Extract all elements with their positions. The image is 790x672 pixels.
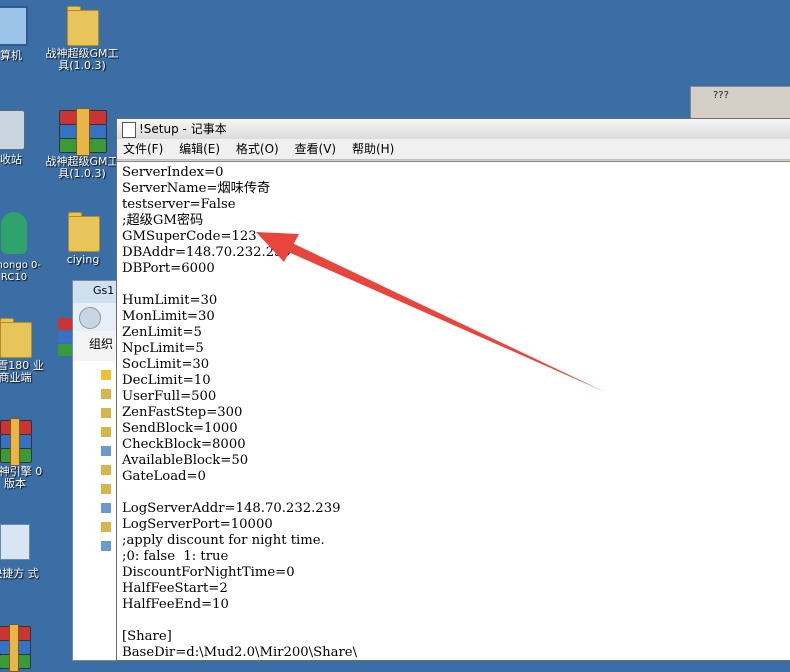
text-line[interactable]: ;0: false 1: true bbox=[122, 549, 790, 565]
folder-icon bbox=[68, 212, 100, 252]
notepad-window[interactable]: !Setup - 记事本 文件(F) 编辑(E) 格式(O) 查看(V) 帮助(… bbox=[116, 118, 790, 661]
menu-edit[interactable]: 编辑(E) bbox=[179, 142, 220, 156]
text-line[interactable]: ;超级GM密码 bbox=[122, 213, 790, 229]
text-line[interactable]: SendBlock=1000 bbox=[122, 421, 790, 437]
winrar-archive-icon-partial[interactable] bbox=[58, 318, 72, 358]
folder-icon bbox=[67, 6, 99, 46]
text-line[interactable]: HalfFeeStart=2 bbox=[122, 581, 790, 597]
desktop-icon-label: 冰雪180 业商业端 bbox=[0, 359, 44, 384]
text-line[interactable]: DBAddr=148.70.232.239 bbox=[122, 245, 790, 261]
menu-format[interactable]: 格式(O) bbox=[236, 142, 279, 156]
network-icon[interactable] bbox=[101, 541, 111, 551]
text-line[interactable] bbox=[122, 485, 790, 501]
folder-icon[interactable] bbox=[101, 465, 111, 475]
notepad-icon bbox=[122, 122, 136, 138]
winrar-archive-icon bbox=[0, 624, 31, 672]
text-line[interactable]: DecLimit=10 bbox=[122, 373, 790, 389]
text-line[interactable]: AvailableBlock=50 bbox=[122, 453, 790, 469]
text-line[interactable]: HalfFeeEnd=10 bbox=[122, 597, 790, 613]
desktop-icon-label: 快捷方 式 bbox=[0, 567, 39, 580]
desktop-icon-robomongo[interactable]: omongo 0-RC10 bbox=[0, 212, 42, 284]
menu-file[interactable]: 文件(F) bbox=[123, 142, 163, 156]
text-line[interactable]: GateLoad=0 bbox=[122, 469, 790, 485]
text-editor[interactable]: ServerIndex=0 ServerName=烟味传奇 testserver=F… bbox=[117, 161, 790, 660]
text-line[interactable]: [Share] bbox=[122, 629, 790, 645]
text-line[interactable]: NpcLimit=5 bbox=[122, 341, 790, 357]
text-line[interactable] bbox=[122, 277, 790, 293]
desktop-icon-bingxue[interactable]: 冰雪180 业商业端 bbox=[0, 318, 44, 384]
folder-icon[interactable] bbox=[101, 522, 111, 532]
text-line[interactable]: CheckBlock=8000 bbox=[122, 437, 790, 453]
desktop-icon-ciying[interactable]: ciying bbox=[56, 212, 110, 266]
text-line[interactable]: ZenLimit=5 bbox=[122, 325, 790, 341]
text-line[interactable] bbox=[122, 613, 790, 629]
text-line[interactable]: ZenFastStep=300 bbox=[122, 405, 790, 421]
winrar-archive-icon bbox=[0, 418, 32, 466]
desktop-icon-zhanshen-engine[interactable]: 战神引擎 0版本 bbox=[0, 418, 44, 490]
text-line[interactable]: ;apply discount for night time. bbox=[122, 533, 790, 549]
text-line[interactable]: ServerIndex=0 bbox=[122, 165, 790, 181]
folder-icon bbox=[0, 318, 32, 358]
text-line[interactable]: DBPort=6000 bbox=[122, 261, 790, 277]
notepad-title-bar[interactable]: !Setup - 记事本 bbox=[117, 119, 790, 139]
desktop-icon-label: 算机 bbox=[0, 49, 22, 62]
folder-icon[interactable] bbox=[101, 408, 111, 418]
desktop-icon-gm-tool-archive[interactable]: 战神超级GM工具(1.0.3) bbox=[44, 108, 120, 180]
folder-icon[interactable] bbox=[101, 484, 111, 494]
winrar-archive-icon bbox=[59, 108, 107, 156]
desktop-icon-label: 战神超级GM工具(1.0.3) bbox=[45, 155, 119, 180]
desktop-icon-shortcut[interactable]: 快捷方 式 bbox=[0, 524, 44, 580]
computer-icon bbox=[0, 6, 28, 46]
back-arrow-icon[interactable] bbox=[79, 307, 101, 329]
star-icon[interactable] bbox=[101, 370, 111, 380]
folder-icon[interactable] bbox=[101, 389, 111, 399]
desktop-icon-label: 收站 bbox=[0, 153, 22, 166]
text-line[interactable]: ServerName=烟味传奇 bbox=[122, 181, 790, 197]
text-line[interactable]: DiscountForNightTime=0 bbox=[122, 565, 790, 581]
computer-icon[interactable] bbox=[101, 503, 111, 513]
menu-help[interactable]: 帮助(H) bbox=[352, 142, 394, 156]
library-icon[interactable] bbox=[101, 446, 111, 456]
text-line[interactable]: HumLimit=30 bbox=[122, 293, 790, 309]
window-title: ??? bbox=[713, 90, 729, 101]
window-title: !Setup - 记事本 bbox=[139, 122, 227, 136]
text-line[interactable]: SocLimit=30 bbox=[122, 357, 790, 373]
desktop-icon-label: 战神超级GM工具(1.0.3) bbox=[45, 47, 119, 72]
menu-view[interactable]: 查看(V) bbox=[295, 142, 337, 156]
text-line[interactable]: GMSuperCode=123 bbox=[122, 229, 790, 245]
text-line[interactable]: UserFull=500 bbox=[122, 389, 790, 405]
recycle-bin-icon bbox=[0, 110, 25, 150]
text-line[interactable]: testserver=False bbox=[122, 197, 790, 213]
text-line[interactable]: LogServerPort=10000 bbox=[122, 517, 790, 533]
desktop-icon-label: 战神引擎 0版本 bbox=[0, 465, 43, 490]
desktop-icon-recycle-bin[interactable]: 收站 bbox=[0, 110, 36, 166]
desktop-icon-gm-tool-folder[interactable]: 战神超级GM工具(1.0.3) bbox=[44, 6, 120, 72]
menu-bar: 文件(F) 编辑(E) 格式(O) 查看(V) 帮助(H) bbox=[117, 139, 790, 160]
folder-icon[interactable] bbox=[101, 427, 111, 437]
desktop-icon-archive-bottom[interactable] bbox=[0, 624, 34, 672]
text-line[interactable]: MonLimit=30 bbox=[122, 309, 790, 325]
text-content[interactable]: ServerIndex=0 ServerName=烟味传奇 testserver=F… bbox=[117, 162, 790, 661]
desktop-icon-label: omongo 0-RC10 bbox=[0, 260, 41, 283]
robomongo-icon bbox=[1, 212, 27, 254]
desktop-icon-computer[interactable]: 算机 bbox=[0, 6, 36, 62]
text-line[interactable]: LogServerAddr=148.70.232.239 bbox=[122, 501, 790, 517]
desktop-icon-label: ciying bbox=[66, 253, 100, 266]
shortcut-icon bbox=[0, 524, 30, 560]
